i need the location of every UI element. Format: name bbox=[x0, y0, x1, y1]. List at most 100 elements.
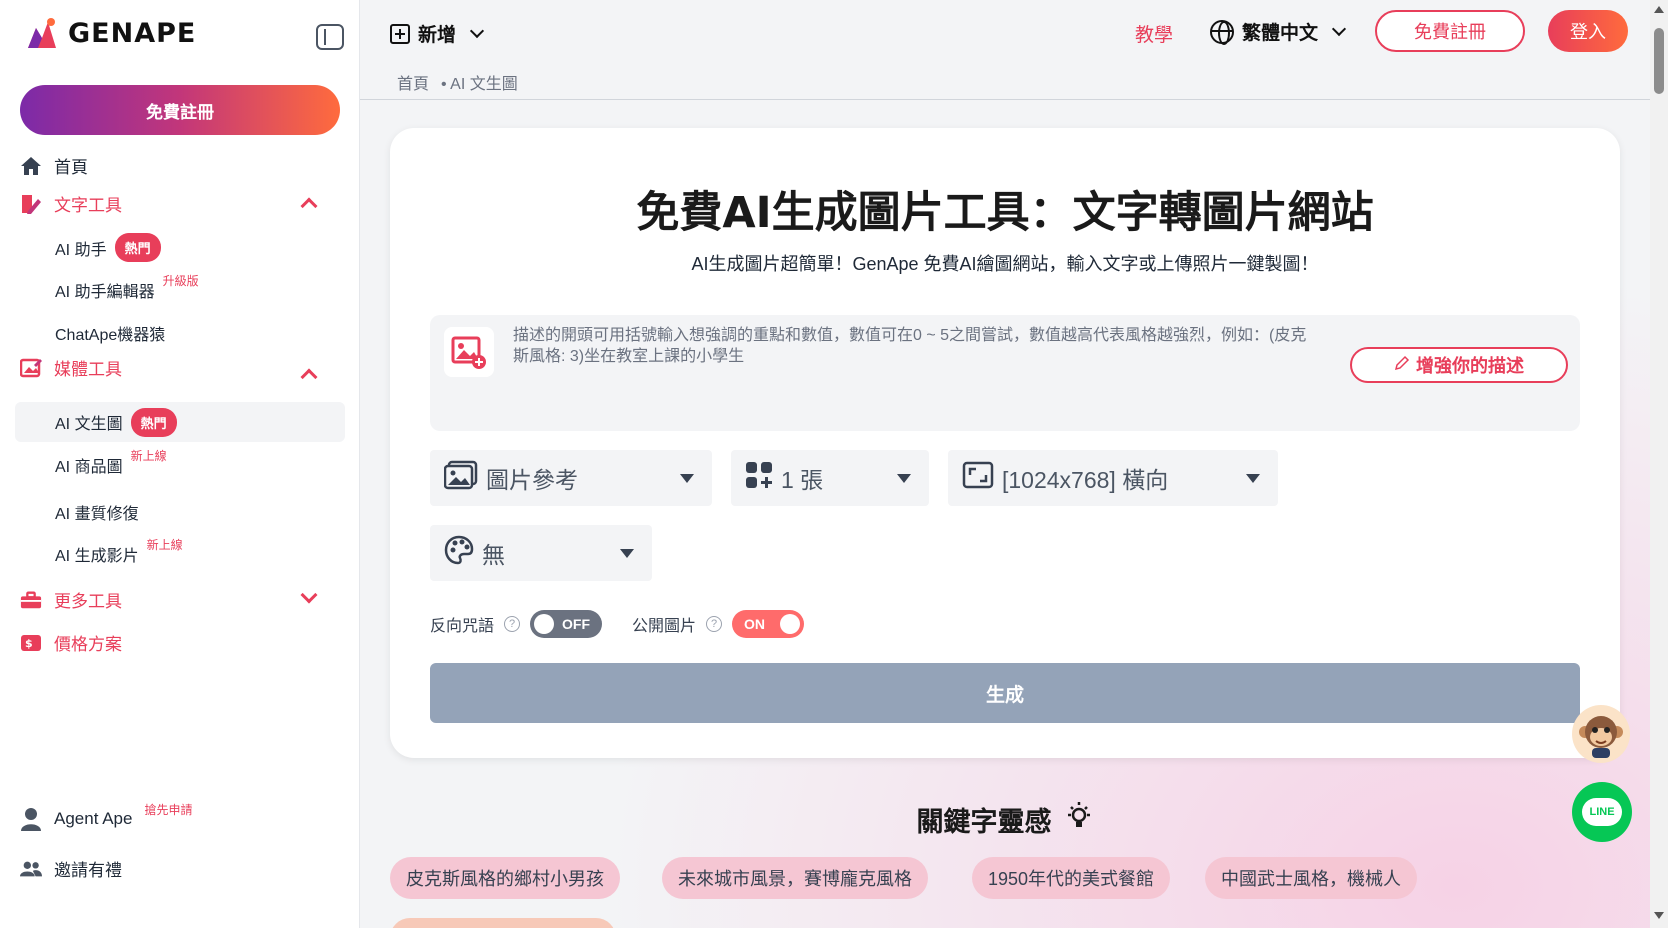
negative-prompt-label: 反向咒語 bbox=[430, 618, 495, 635]
language-label: 繁體中文 bbox=[1242, 23, 1319, 44]
sidebar-item-label: AI 助手編輯器 bbox=[55, 284, 155, 301]
public-image-label: 公開圖片 bbox=[632, 618, 697, 635]
image-size-select[interactable]: [1024x768] 橫向 bbox=[948, 450, 1278, 506]
chevron-up-icon[interactable] bbox=[300, 197, 318, 215]
caret-down-icon bbox=[1246, 474, 1260, 483]
toggle-knob bbox=[780, 614, 801, 634]
chevron-down-icon bbox=[1331, 21, 1347, 36]
add-image-icon[interactable] bbox=[444, 327, 494, 377]
image-reference-select[interactable]: 圖片參考 bbox=[430, 450, 712, 506]
header-signup-button[interactable]: 免費註冊 bbox=[1375, 10, 1525, 52]
keyword-chip[interactable]: 中國武士風格，機械人 bbox=[1205, 857, 1417, 899]
sidebar-item-label: ChatApe機器猿 bbox=[55, 327, 166, 344]
sidebar-item-chatape[interactable]: ChatApe機器猿 bbox=[55, 321, 165, 345]
breadcrumb-home[interactable]: 首頁 bbox=[397, 70, 429, 94]
grid-plus-icon bbox=[745, 461, 773, 495]
top-header: 新增 教學 繁體中文 免費註冊 登入 首頁 • AI 文生圖 bbox=[360, 0, 1650, 100]
image-edit-icon bbox=[20, 357, 42, 379]
svg-text:$: $ bbox=[25, 637, 33, 650]
sidebar-item-label: 邀請有禮 bbox=[54, 861, 122, 880]
pencil-icon bbox=[1394, 355, 1410, 376]
select-value: 1 張 bbox=[781, 467, 824, 493]
plus-square-icon bbox=[390, 23, 410, 44]
page-title: 免費AI生成圖片工具：文字轉圖片網站 bbox=[636, 188, 1374, 238]
line-chat-button[interactable]: LINE bbox=[1572, 782, 1632, 842]
sidebar-signup-button[interactable]: 免費註冊 bbox=[20, 85, 340, 135]
ape-logo-icon bbox=[28, 18, 56, 48]
users-icon bbox=[20, 858, 42, 880]
keyword-chip[interactable]: 皮克斯風格的鄉村小男孩 bbox=[390, 857, 620, 899]
sidebar-item-ai-assistant[interactable]: AI 助手 熱門 bbox=[55, 233, 161, 262]
sidebar-item-home[interactable]: 首頁 bbox=[20, 153, 88, 178]
caret-down-icon bbox=[897, 474, 911, 483]
brand-name: GENAPE bbox=[68, 17, 197, 49]
prompt-placeholder: 描述的開頭可用括號輸入想強調的重點和數值，數值可在0 ~ 5之間嘗試，數值越高代… bbox=[513, 327, 1307, 365]
scrollbar-thumb[interactable] bbox=[1654, 28, 1664, 94]
sidebar-collapse-icon[interactable] bbox=[316, 24, 344, 50]
brand-logo[interactable]: GENAPE bbox=[24, 16, 196, 50]
keyword-inspiration-heading: 關鍵字靈感 bbox=[360, 800, 1650, 839]
sidebar-item-label: AI 助手 bbox=[55, 241, 107, 259]
lightbulb-icon bbox=[1064, 800, 1094, 839]
sidebar-item-label: 更多工具 bbox=[54, 592, 122, 611]
sidebar-item-label: AI 畫質修復 bbox=[55, 506, 139, 523]
sidebar-item-more-tools[interactable]: 更多工具 bbox=[20, 587, 122, 612]
sidebar-item-ai-video[interactable]: AI 生成影片 新上線 bbox=[55, 538, 183, 566]
new-button-label: 新增 bbox=[418, 25, 457, 46]
early-access-tag: 搶先申請 bbox=[144, 802, 193, 817]
agent-user-icon bbox=[20, 808, 42, 831]
sidebar-item-agent-ape[interactable]: Agent Ape 搶先申請 bbox=[20, 803, 192, 831]
chevron-down-icon bbox=[469, 23, 485, 38]
chevron-up-icon[interactable] bbox=[300, 368, 318, 386]
toggle-knob bbox=[534, 614, 555, 634]
keyword-chip[interactable]: 1950年代的美式餐館 bbox=[972, 857, 1171, 899]
sidebar-item-invite[interactable]: 邀請有禮 bbox=[20, 856, 122, 881]
help-icon[interactable]: ? bbox=[504, 616, 521, 632]
sidebar-item-ai-image-restore[interactable]: AI 畫質修復 bbox=[55, 500, 139, 524]
keyword-chip[interactable]: 未來城市風景，賽博龐克風格 bbox=[662, 857, 928, 899]
generate-button[interactable]: 生成 bbox=[430, 663, 1580, 723]
sidebar-item-label: AI 生成影片 bbox=[55, 548, 139, 565]
caret-down-icon bbox=[680, 474, 694, 483]
sidebar-item-text-tools[interactable]: 文字工具 bbox=[20, 191, 122, 216]
sidebar-item-label: AI 文生圖 bbox=[55, 416, 123, 433]
sidebar-item-ai-assistant-editor[interactable]: AI 助手編輯器 升級版 bbox=[55, 274, 199, 302]
sidebar-item-pricing[interactable]: $ 價格方案 bbox=[20, 630, 122, 655]
image-count-select[interactable]: 1 張 bbox=[731, 450, 929, 506]
public-image-toggle[interactable]: ON bbox=[732, 610, 805, 638]
sidebar-item-ai-product-image[interactable]: AI 商品圖 新上線 bbox=[55, 449, 167, 477]
pen-document-icon bbox=[20, 193, 42, 215]
page-scrollbar[interactable] bbox=[1650, 0, 1668, 928]
style-select[interactable]: 無 bbox=[430, 525, 652, 581]
chevron-down-icon[interactable] bbox=[300, 586, 318, 604]
help-icon[interactable]: ? bbox=[706, 616, 723, 632]
new-button[interactable]: 新增 bbox=[390, 20, 485, 47]
hot-badge: 熱門 bbox=[114, 233, 161, 262]
keyword-title: 關鍵字靈感 bbox=[916, 807, 1052, 837]
sidebar-item-media-tools[interactable]: 媒體工具 bbox=[20, 355, 122, 380]
home-icon bbox=[20, 155, 42, 177]
breadcrumb-current: • AI 文生圖 bbox=[441, 76, 518, 93]
enhance-label: 增強你的描述 bbox=[1416, 356, 1524, 376]
images-icon bbox=[443, 460, 478, 496]
sidebar-item-ai-text-to-image[interactable]: AI 文生圖 熱門 bbox=[55, 402, 177, 442]
monkey-assistant-avatar[interactable] bbox=[1572, 705, 1630, 763]
generator-card: 免費AI生成圖片工具：文字轉圖片網站 AI生成圖片超簡單！GenApe 免費AI… bbox=[390, 128, 1620, 758]
select-value: 無 bbox=[482, 542, 505, 568]
globe-icon bbox=[1210, 19, 1234, 45]
sidebar-item-label: Agent Ape bbox=[54, 809, 133, 828]
language-selector[interactable]: 繁體中文 bbox=[1210, 18, 1347, 45]
tutorial-link[interactable]: 教學 bbox=[1135, 20, 1173, 47]
new-tag: 新上線 bbox=[130, 448, 167, 463]
toggle-state: ON bbox=[744, 616, 766, 632]
prompt-textarea[interactable]: 描述的開頭可用括號輸入想強調的重點和數值，數值可在0 ~ 5之間嘗試，數值越高代… bbox=[430, 315, 1580, 431]
keyword-chip[interactable] bbox=[390, 918, 616, 928]
price-tag-icon: $ bbox=[20, 632, 42, 654]
scroll-down-icon[interactable] bbox=[1654, 912, 1664, 919]
sidebar-item-label: 首頁 bbox=[54, 158, 88, 177]
scroll-up-icon[interactable] bbox=[1654, 6, 1664, 13]
select-value: [1024x768] 橫向 bbox=[1002, 467, 1169, 493]
enhance-description-button[interactable]: 增強你的描述 bbox=[1350, 347, 1568, 383]
negative-prompt-toggle[interactable]: OFF bbox=[530, 610, 603, 638]
login-button[interactable]: 登入 bbox=[1548, 10, 1628, 52]
